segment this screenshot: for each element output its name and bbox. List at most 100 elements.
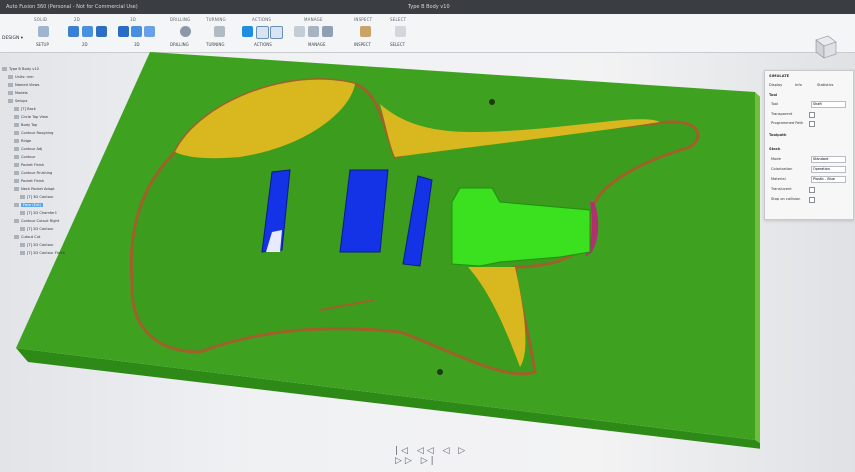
tb-group-manage[interactable]: MANAGE MANAGE — [292, 16, 340, 50]
tb-group-3d[interactable]: 3D 3D — [116, 16, 166, 50]
tree-operation[interactable]: Circle Top View — [14, 114, 48, 121]
tree-operation[interactable]: Contour Roughing — [14, 130, 53, 137]
task-manager-icon — [322, 26, 333, 37]
field-label: Programmed Path — [771, 121, 804, 125]
field-label: Transparent — [771, 112, 793, 116]
workspace-label: DESIGN — [2, 36, 20, 41]
simulate-icon — [242, 26, 253, 37]
select-icon — [395, 26, 406, 37]
playback-controls[interactable]: |◁ ◁◁ ◁ ▷ ▷▷ ▷| — [395, 446, 485, 466]
tree-item[interactable]: Setups — [8, 98, 27, 105]
app-title: Auto Fusion 360 (Personal - Not for Comm… — [6, 4, 138, 10]
setup-sheet-icon — [270, 26, 283, 39]
drill-icon — [180, 26, 191, 37]
programmed-path-checkbox[interactable] — [809, 121, 815, 127]
panel-tab-info[interactable]: Info — [795, 83, 802, 87]
tb-group-setup[interactable]: SOLID SETUP — [30, 16, 58, 50]
template-icon — [308, 26, 319, 37]
2d-pocket-icon — [82, 26, 93, 37]
tree-item[interactable]: Models — [8, 90, 28, 97]
material-select[interactable]: Plastic - Blue — [811, 176, 846, 183]
turning-icon — [214, 26, 225, 37]
tree-operation[interactable]: Contour Finishing — [14, 170, 52, 177]
tb-group-sub: 3D — [134, 42, 140, 47]
tb-group-sub: DRILLING — [170, 42, 189, 47]
tb-group-sub: TURNING — [206, 42, 225, 47]
tree-operation[interactable]: [T] 2D Chamfer1 — [20, 210, 57, 217]
post-process-icon — [256, 26, 269, 39]
tb-group-sub: MANAGE — [308, 42, 326, 47]
document-title: Type B Body v10 — [408, 4, 450, 10]
3d-adaptive-icon — [118, 26, 129, 37]
tb-group-label: TURNING — [206, 17, 226, 22]
tb-group-label: DRILLING — [170, 17, 191, 22]
tree-operation[interactable]: [T] 3D Contour — [20, 194, 54, 201]
tree-operation[interactable]: Contour Adj — [14, 146, 42, 153]
browser-tree: Type B Body v10 Units: mm Named Views Mo… — [0, 60, 96, 280]
tb-group-sub: SETUP — [36, 42, 49, 47]
measure-icon — [360, 26, 371, 37]
toolbar: DESIGN ▾ SOLID SETUP 2D 2D 3D 3D DRILLIN… — [0, 14, 855, 53]
tb-group-turning[interactable]: TURNING TURNING — [204, 16, 238, 50]
tb-group-sub: INSPECT — [354, 42, 371, 47]
workspace-selector[interactable]: DESIGN ▾ — [2, 36, 23, 41]
tb-group-actions[interactable]: ACTIONS ACTIONS — [240, 16, 290, 50]
stock-mode-select[interactable]: Standard — [811, 156, 846, 163]
tool-mode-select[interactable]: Shaft — [811, 101, 846, 108]
tree-root[interactable]: Type B Body v10 — [2, 66, 39, 73]
tree-operation[interactable]: [T] 2D Contour Finish — [20, 250, 65, 257]
tb-group-sub: ACTIONS — [254, 42, 272, 47]
tb-group-2d[interactable]: 2D 2D — [62, 16, 112, 50]
tree-operation[interactable]: Cutout Cut — [14, 234, 40, 241]
field-label: Stop on collision — [771, 197, 801, 201]
tree-operation[interactable]: Ridge — [14, 138, 31, 145]
section-toolpath-heading[interactable]: Toolpath — [769, 133, 786, 137]
tree-operation[interactable]: Contour Cutout Right — [14, 218, 59, 225]
tree-item[interactable]: Units: mm — [8, 74, 34, 81]
panel-title: SIMULATE — [769, 74, 790, 78]
colorization-select[interactable]: Operation — [811, 166, 846, 173]
mounting-hole — [489, 99, 495, 105]
screen: Auto Fusion 360 (Personal - Not for Comm… — [0, 0, 855, 472]
panel-tab-display[interactable]: Display — [769, 83, 782, 87]
tb-group-inspect[interactable]: INSPECT INSPECT — [350, 16, 384, 50]
tb-group-label: ACTIONS — [252, 17, 272, 22]
tree-operation[interactable]: Neck Pocket Adapt — [14, 186, 55, 193]
tb-group-label: 2D — [74, 17, 81, 22]
3d-pocket-icon — [131, 26, 142, 37]
tb-group-label: SELECT — [390, 17, 407, 22]
tb-group-drilling[interactable]: DRILLING DRILLING — [170, 16, 200, 50]
tree-operation[interactable]: Pocket Finish — [14, 178, 44, 185]
panel-tab-statistics[interactable]: Statistics — [817, 83, 833, 87]
section-stock-heading[interactable]: Stock — [769, 147, 780, 151]
setup-icon — [38, 26, 49, 37]
stock-right-face — [755, 92, 760, 444]
field-label: Mode — [771, 157, 781, 161]
field-label: Colorization — [771, 167, 793, 171]
tb-group-label: 3D — [130, 17, 137, 22]
tree-item[interactable]: Named Views — [8, 82, 39, 89]
translucent-checkbox[interactable] — [809, 187, 815, 193]
tree-operation[interactable]: Pocket Finish — [14, 162, 44, 169]
tree-operation[interactable]: Contour — [14, 154, 35, 161]
tree-operation-selected[interactable]: Face (Ext) — [14, 202, 43, 209]
field-label: Material — [771, 177, 786, 181]
tb-group-select[interactable]: SELECT SELECT — [386, 16, 416, 50]
stop-on-collision-checkbox[interactable] — [809, 197, 815, 203]
tree-operation[interactable]: [T] 2D Contour — [20, 242, 54, 249]
transparent-checkbox[interactable] — [809, 112, 815, 118]
field-label: Translucent — [771, 187, 792, 191]
tree-operation[interactable]: Body Top — [14, 122, 37, 129]
tool-library-icon — [294, 26, 305, 37]
2d-adaptive-icon — [68, 26, 79, 37]
section-tool-heading[interactable]: Tool — [769, 93, 777, 97]
3d-viewport[interactable] — [0, 52, 760, 472]
tree-operation[interactable]: [T] Back — [14, 106, 36, 113]
viewcube[interactable] — [808, 30, 840, 62]
2d-contour-icon — [96, 26, 107, 37]
3d-parallel-icon — [144, 26, 155, 37]
field-label: Tool — [771, 102, 778, 106]
tree-operation[interactable]: [T] 2D Contour — [20, 226, 54, 233]
tb-group-sub: SELECT — [390, 42, 406, 47]
title-bar: Auto Fusion 360 (Personal - Not for Comm… — [0, 0, 855, 14]
